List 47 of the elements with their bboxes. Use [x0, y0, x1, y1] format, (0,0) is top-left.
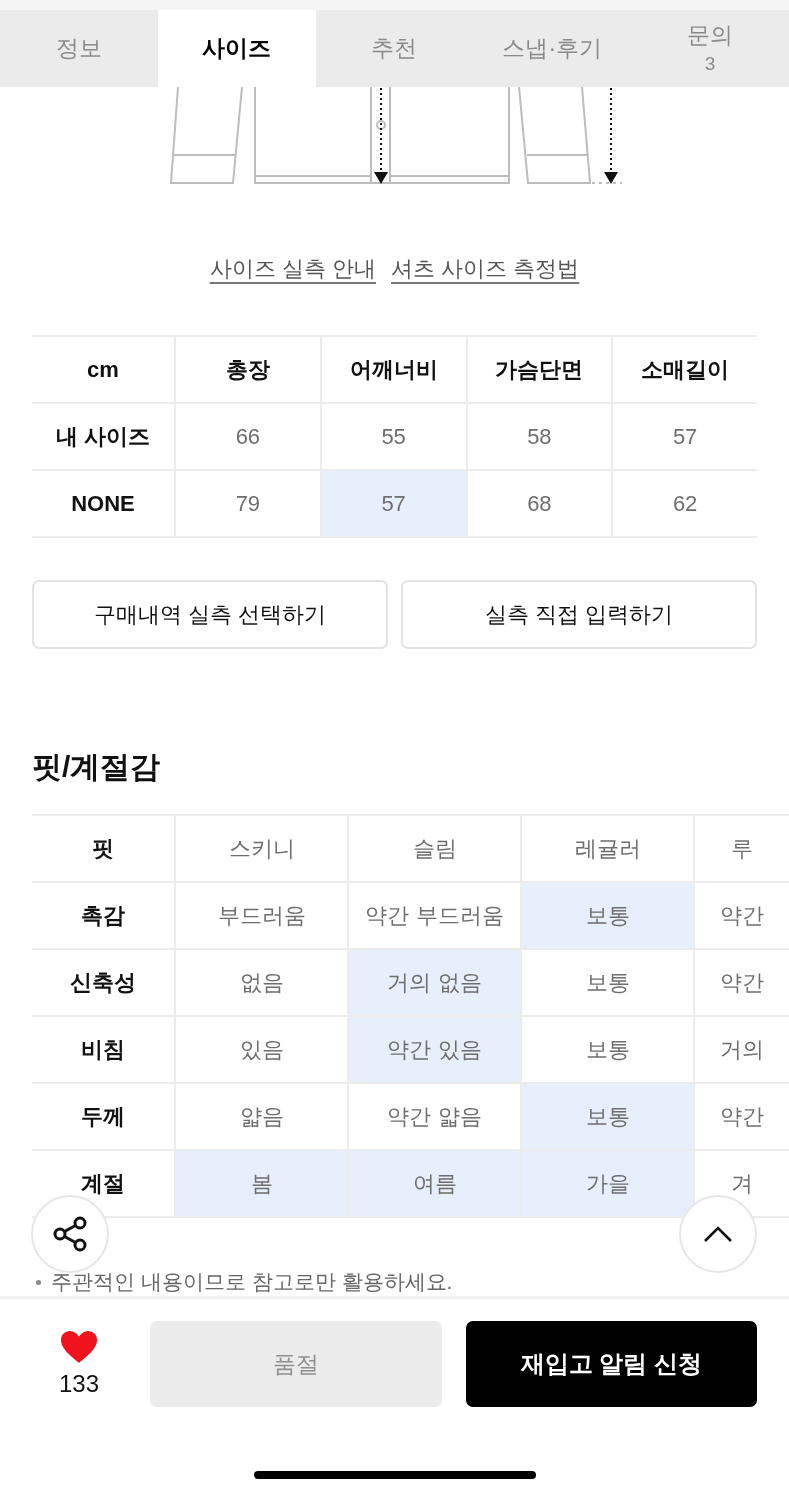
- table-cell: 거의: [693, 1017, 789, 1084]
- tab[interactable]: 사이즈: [157, 10, 316, 87]
- row-header: 핏: [32, 816, 174, 883]
- column-header: 총장: [174, 337, 320, 404]
- table-cell: 약간: [693, 1084, 789, 1151]
- table-cell: 스키니: [174, 816, 347, 883]
- table-cell: 보통: [520, 883, 693, 950]
- table-cell: 슬림: [347, 816, 520, 883]
- share-icon: [53, 1216, 87, 1252]
- row-header: 두께: [32, 1084, 174, 1151]
- bullet-icon: [36, 1279, 41, 1285]
- row-header: 비침: [32, 1017, 174, 1084]
- table-cell: 부드러움: [174, 883, 347, 950]
- size-guide-link[interactable]: 사이즈 실측 안내: [209, 253, 376, 285]
- table-cell: 가을: [520, 1151, 693, 1218]
- column-header: 소매길이: [611, 337, 757, 404]
- note-text: 주관적인 내용이므로 참고로만 활용하세요.: [51, 1270, 453, 1294]
- table-cell: 57: [319, 471, 466, 538]
- measurement-button[interactable]: 실측 직접 입력하기: [401, 580, 757, 649]
- table-cell: 보통: [520, 950, 693, 1017]
- table-cell: 62: [611, 471, 757, 538]
- table-cell: 57: [611, 404, 757, 471]
- section-title: 핏/계절감: [32, 749, 162, 785]
- row-header: 신축성: [32, 950, 174, 1017]
- row-header: 촉감: [32, 883, 174, 950]
- column-header: 어깨너비: [319, 337, 466, 404]
- table-cell: 약간 있음: [347, 1017, 520, 1084]
- table-cell: 58: [465, 404, 612, 471]
- table-cell: 약간: [693, 883, 789, 950]
- unit-header: cm: [32, 337, 174, 404]
- row-header: 내 사이즈: [32, 404, 174, 471]
- row-header: NONE: [32, 471, 174, 538]
- measurement-button[interactable]: 구매내역 실측 선택하기: [32, 580, 388, 649]
- table-cell: 거의 없음: [347, 950, 520, 1017]
- restock-alert-button[interactable]: 재입고 알림 신청: [465, 1321, 757, 1407]
- table-cell: 여름: [347, 1151, 520, 1218]
- table-cell: 봄: [174, 1151, 347, 1218]
- tab-count: 3: [704, 52, 716, 76]
- size-guide-link[interactable]: 셔츠 사이즈 측정법: [391, 253, 580, 285]
- table-cell: 보통: [520, 1084, 693, 1151]
- table-cell: 약간: [693, 950, 789, 1017]
- table-cell: 루: [693, 816, 789, 883]
- table-cell: 68: [465, 471, 612, 538]
- chevron-up-icon: [703, 1225, 733, 1243]
- table-cell: 66: [174, 404, 320, 471]
- like-button[interactable]: 133: [32, 1321, 126, 1407]
- column-header: 가슴단면: [465, 337, 612, 404]
